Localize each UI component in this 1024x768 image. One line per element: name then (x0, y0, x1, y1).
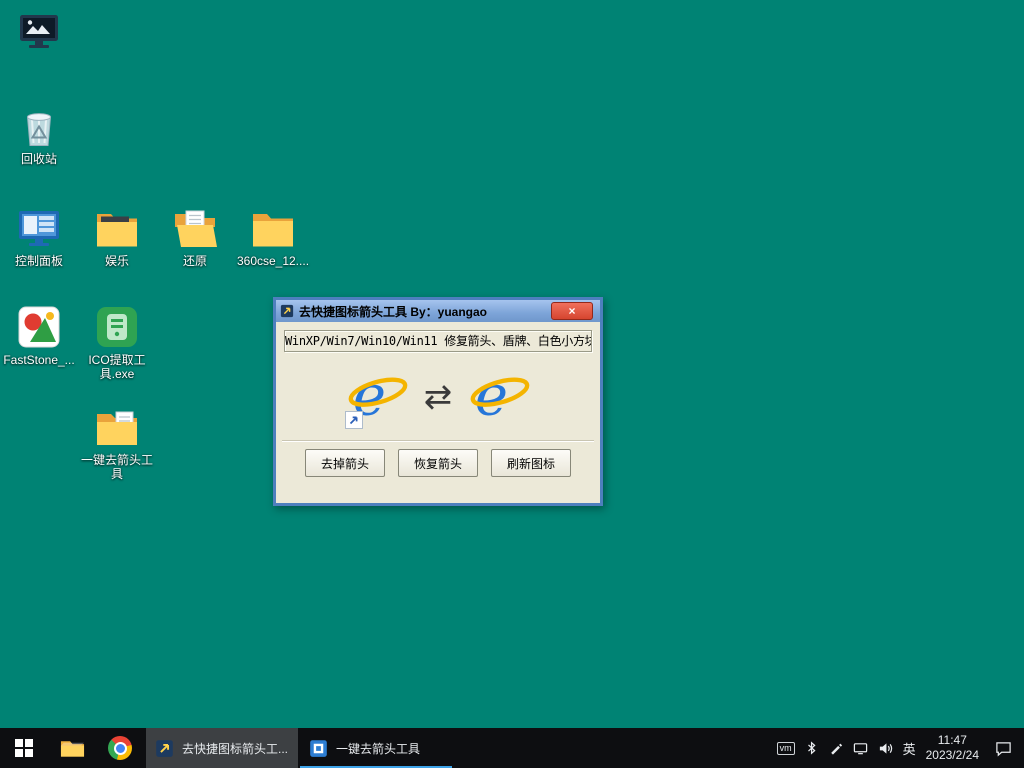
control-panel-icon (15, 204, 63, 252)
dialog-title: 去快捷图标箭头工具 By：yuangao (299, 303, 487, 320)
desktop-icon-folder-360cse[interactable]: 360cse_12.... (234, 204, 312, 268)
ime-indicator[interactable]: 英 (903, 739, 916, 758)
folder-with-document-icon (93, 403, 141, 451)
ie-icon-plain: e (468, 366, 530, 428)
task-label: 一键去箭头工具 (336, 740, 420, 757)
taskbar-task-arrow-tool[interactable]: 去快捷图标箭头工... (146, 728, 298, 768)
folder-icon (249, 204, 297, 252)
taskbar-task-onekey-tool[interactable]: 一键去箭头工具 (300, 728, 452, 768)
desktop-icon-control-panel[interactable]: 控制面板 (0, 204, 78, 268)
windows-logo-icon (15, 739, 33, 757)
refresh-icons-button[interactable]: 刷新图标 (491, 449, 571, 477)
dialog-close-button[interactable]: × (551, 302, 593, 320)
taskbar: 去快捷图标箭头工... 一键去箭头工具 vm (0, 728, 1024, 768)
restore-arrow-button[interactable]: 恢复箭头 (398, 449, 478, 477)
dialog-remove-shortcut-arrow-tool: 去快捷图标箭头工具 By：yuangao × WinXP/Win7/Win10/… (273, 297, 603, 506)
desktop-icon-label: ICO提取工具.exe (78, 353, 156, 381)
desktop-icon-label: 娱乐 (78, 254, 156, 268)
desktop-icon-ico-tool[interactable]: ICO提取工具.exe (78, 303, 156, 381)
desktop-icon-arrow-tool[interactable]: 一键去箭头工具 (78, 403, 156, 481)
action-center-icon[interactable] (995, 740, 1012, 757)
dialog-info-text: WinXP/Win7/Win10/Win11 修复箭头、盾牌、白色小方块 (284, 330, 592, 352)
task-app-icon (309, 739, 328, 758)
desktop-icon-faststone[interactable]: FastStone_... (0, 303, 78, 367)
desktop-icon-label: 还原 (156, 254, 234, 268)
desktop-icon-this-pc[interactable] (0, 8, 78, 58)
dialog-titlebar[interactable]: 去快捷图标箭头工具 By：yuangao × (276, 300, 600, 322)
swap-arrows-icon: ⇄ (424, 380, 453, 414)
desktop-icon-label: 控制面板 (0, 254, 78, 268)
this-pc-icon (15, 8, 63, 56)
desktop-icon-label: FastStone_... (0, 353, 78, 367)
desktop-icon-folder-huanyuan[interactable]: 还原 (156, 204, 234, 268)
taskbar-clock[interactable]: 11:47 2023/2/24 (926, 733, 979, 763)
ico-tool-icon (93, 303, 141, 351)
file-explorer-button[interactable] (48, 728, 96, 768)
dialog-app-icon (280, 304, 294, 318)
ie-icon-with-shortcut-arrow: e (346, 366, 408, 428)
chrome-icon (108, 736, 132, 760)
task-label: 去快捷图标箭头工... (182, 740, 288, 757)
pen-icon[interactable] (829, 741, 843, 755)
svg-text:e: e (475, 366, 508, 428)
desktop-icon-folder-yule[interactable]: 娱乐 (78, 204, 156, 268)
vmware-tray-icon[interactable]: vm (777, 742, 795, 755)
icon-preview-row: e ⇄ e (284, 364, 592, 430)
faststone-icon (15, 303, 63, 351)
bluetooth-icon[interactable] (805, 741, 819, 755)
task-app-icon (155, 739, 174, 758)
chrome-button[interactable] (96, 728, 144, 768)
desktop-icon-label: 一键去箭头工具 (78, 453, 156, 481)
recycle-bin-icon (15, 102, 63, 150)
dialog-body: WinXP/Win7/Win10/Win11 修复箭头、盾牌、白色小方块 e ⇄ (276, 322, 600, 503)
folder-icon (93, 204, 141, 252)
file-explorer-icon (60, 736, 85, 761)
clock-date: 2023/2/24 (926, 748, 979, 763)
open-folder-icon (171, 204, 219, 252)
shortcut-arrow-overlay-icon (345, 411, 363, 429)
clock-time: 11:47 (926, 733, 979, 748)
dialog-button-row: 去掉箭头 恢复箭头 刷新图标 (284, 442, 592, 477)
desktop-icon-recycle-bin[interactable]: 回收站 (0, 102, 78, 166)
display-icon[interactable] (853, 741, 868, 756)
desktop-icon-label: 360cse_12.... (234, 254, 312, 268)
start-button[interactable] (0, 728, 48, 768)
volume-icon[interactable] (878, 741, 893, 756)
remove-arrow-button[interactable]: 去掉箭头 (305, 449, 385, 477)
desktop-icon-label: 回收站 (0, 152, 78, 166)
system-tray: vm 英 11:47 202 (777, 728, 1024, 768)
